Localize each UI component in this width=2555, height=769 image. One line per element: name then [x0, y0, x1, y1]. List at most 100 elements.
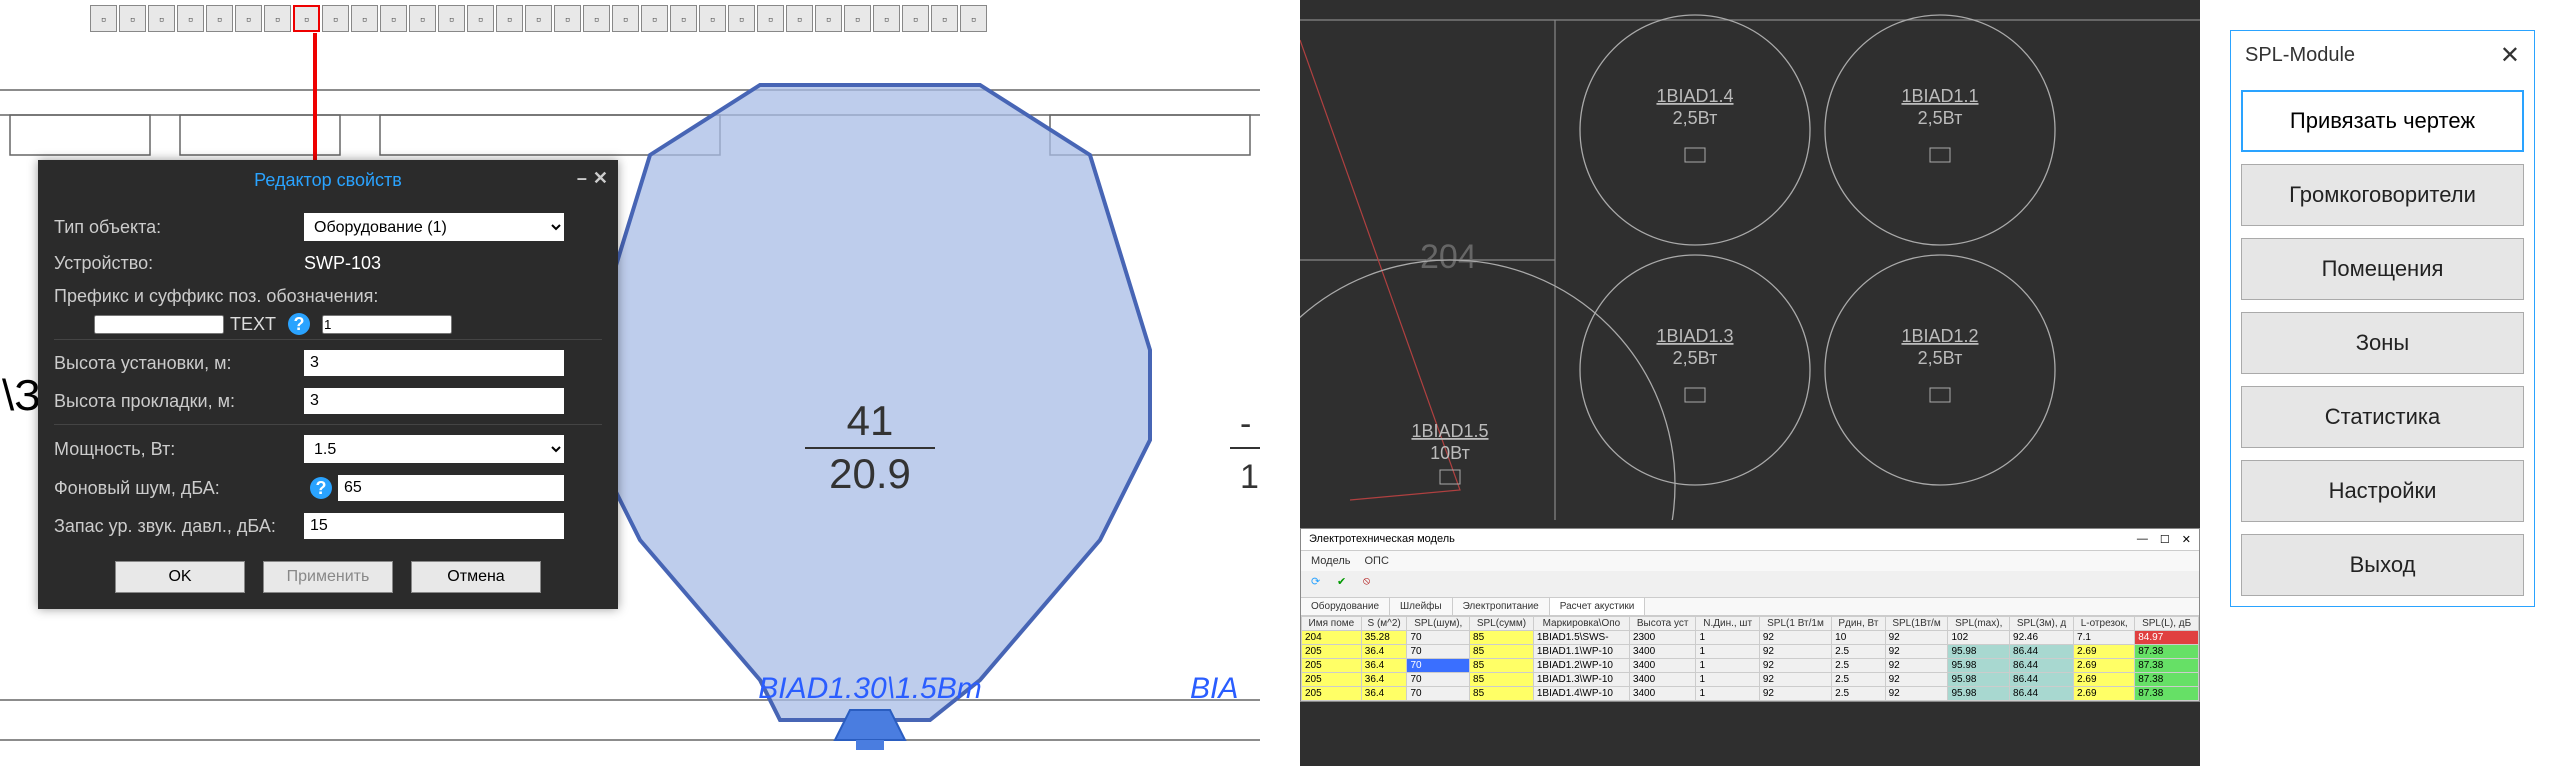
check-icon[interactable]: ✔: [1337, 575, 1355, 593]
speaker-1BIAD1.2[interactable]: 1BIAD1.22,5Вт: [1825, 255, 2055, 485]
table-cell[interactable]: 2.5: [1832, 645, 1885, 659]
table-cell[interactable]: 1BIAD1.4\WP-10: [1533, 687, 1629, 701]
clipboard-icon[interactable]: ▫: [786, 5, 813, 32]
help-icon[interactable]: ?: [310, 477, 332, 499]
gear-icon[interactable]: ▫: [119, 5, 146, 32]
spl-button-4[interactable]: Статистика: [2241, 386, 2524, 448]
table-cell[interactable]: 87.38: [2135, 645, 2199, 659]
col-header[interactable]: Имя поме: [1302, 617, 1362, 631]
dark-cad-view[interactable]: 204 1BIAD1.42,5Вт1BIAD1.12,5Вт1BIAD1.32,…: [1300, 0, 2200, 766]
link2-icon[interactable]: ▫: [322, 5, 349, 32]
page2-icon[interactable]: ▫: [670, 5, 697, 32]
cancel-button[interactable]: Отмена: [411, 561, 541, 593]
col-header[interactable]: SPL(1 Вт/1м: [1759, 617, 1831, 631]
refresh-icon[interactable]: ▫: [931, 5, 958, 32]
ok-button[interactable]: OK: [115, 561, 245, 593]
spl-button-0[interactable]: Привязать чертеж: [2241, 90, 2524, 152]
col-header[interactable]: Высота уст: [1629, 617, 1696, 631]
table-cell[interactable]: 102: [1948, 631, 2010, 645]
table-cell[interactable]: 85: [1470, 631, 1534, 645]
layers-icon[interactable]: ▫: [612, 5, 639, 32]
help-icon[interactable]: ▫: [960, 5, 987, 32]
table-cell[interactable]: 92: [1759, 687, 1831, 701]
table-cell[interactable]: 2.5: [1832, 659, 1885, 673]
speaker-1BIAD1.4[interactable]: 1BIAD1.42,5Вт: [1580, 15, 1810, 245]
wave-icon[interactable]: ▫: [351, 5, 378, 32]
table-cell[interactable]: 2.69: [2074, 659, 2135, 673]
table-cell[interactable]: 2300: [1629, 631, 1696, 645]
col-header[interactable]: N.Дин., шт: [1696, 617, 1759, 631]
minimize-icon[interactable]: —: [2137, 533, 2148, 546]
table-cell[interactable]: 92: [1759, 673, 1831, 687]
speaker-1BIAD1.3[interactable]: 1BIAD1.32,5Вт: [1580, 255, 1810, 485]
table-cell[interactable]: 2.69: [2074, 673, 2135, 687]
spl-button-1[interactable]: Громкоговорители: [2241, 164, 2524, 226]
table-cell[interactable]: 35.28: [1361, 631, 1407, 645]
margin-input[interactable]: [304, 513, 564, 539]
link-icon[interactable]: ▫: [293, 5, 320, 32]
tab-model[interactable]: Модель: [1311, 555, 1350, 567]
table-cell[interactable]: 85: [1470, 645, 1534, 659]
subtab-3[interactable]: Расчет акустики: [1550, 598, 1646, 615]
table-cell[interactable]: 10: [1832, 631, 1885, 645]
table-cell[interactable]: 70: [1407, 687, 1470, 701]
spl-button-5[interactable]: Настройки: [2241, 460, 2524, 522]
col-header[interactable]: Маркировка\Опо: [1533, 617, 1629, 631]
table-cell[interactable]: 86.44: [2010, 687, 2074, 701]
doc-icon[interactable]: ▫: [90, 5, 117, 32]
table-cell[interactable]: 204: [1302, 631, 1362, 645]
table-cell[interactable]: 205: [1302, 645, 1362, 659]
table-cell[interactable]: 70: [1407, 659, 1470, 673]
object-type-select[interactable]: Оборудование (1): [304, 213, 564, 241]
table-cell[interactable]: 92: [1885, 673, 1948, 687]
col-header[interactable]: SPL(1Вт/м: [1885, 617, 1948, 631]
suffix-input[interactable]: [322, 315, 452, 334]
table-cell[interactable]: 3400: [1629, 673, 1696, 687]
sound-icon[interactable]: ▫: [438, 5, 465, 32]
table-cell[interactable]: 7.1: [2074, 631, 2135, 645]
stack-icon[interactable]: ▫: [699, 5, 726, 32]
magnify-icon[interactable]: ▫: [873, 5, 900, 32]
table-cell[interactable]: 86.44: [2010, 659, 2074, 673]
table-cell[interactable]: 36.4: [1361, 659, 1407, 673]
table-cell[interactable]: 70: [1407, 631, 1470, 645]
table-cell[interactable]: 36.4: [1361, 645, 1407, 659]
grid-icon[interactable]: ▫: [525, 5, 552, 32]
refresh-icon[interactable]: ⟳: [1311, 575, 1329, 593]
install-height-input[interactable]: [304, 350, 564, 376]
noise-input[interactable]: [338, 475, 564, 501]
table-cell[interactable]: 1BIAD1.2\WP-10: [1533, 659, 1629, 673]
table-cell[interactable]: 85: [1470, 659, 1534, 673]
table-cell[interactable]: 95.98: [1948, 673, 2010, 687]
globe-icon[interactable]: ▫: [844, 5, 871, 32]
tab-ops[interactable]: ОПС: [1364, 555, 1388, 567]
speaker-1BIAD1.5[interactable]: 1BIAD1.510Вт: [1300, 260, 1675, 520]
apply-button[interactable]: Применить: [263, 561, 393, 593]
table-cell[interactable]: 70: [1407, 673, 1470, 687]
check-icon[interactable]: ▫: [757, 5, 784, 32]
table-cell[interactable]: 2.69: [2074, 687, 2135, 701]
table-cell[interactable]: 87.38: [2135, 687, 2199, 701]
col-header[interactable]: SPL(3м), д: [2010, 617, 2074, 631]
col-header[interactable]: Pдин, Вт: [1832, 617, 1885, 631]
table-cell[interactable]: 92: [1759, 631, 1831, 645]
table-cell[interactable]: 2.5: [1832, 687, 1885, 701]
table-cell[interactable]: 1: [1696, 687, 1759, 701]
table-cell[interactable]: 92: [1759, 659, 1831, 673]
spl-button-3[interactable]: Зоны: [2241, 312, 2524, 374]
table-cell[interactable]: 3400: [1629, 645, 1696, 659]
table-cell[interactable]: 70: [1407, 645, 1470, 659]
spl-button-6[interactable]: Выход: [2241, 534, 2524, 596]
sync-icon[interactable]: ▫: [902, 5, 929, 32]
table-cell[interactable]: 92: [1885, 687, 1948, 701]
table-cell[interactable]: 2.5: [1832, 673, 1885, 687]
maximize-icon[interactable]: ☐: [2160, 533, 2170, 546]
table-cell[interactable]: 84.97: [2135, 631, 2199, 645]
col-header[interactable]: S (м^2): [1361, 617, 1407, 631]
table-cell[interactable]: 3400: [1629, 687, 1696, 701]
power-select[interactable]: 1.5: [304, 435, 564, 463]
table-cell[interactable]: 3400: [1629, 659, 1696, 673]
remove-icon[interactable]: ▫: [206, 5, 233, 32]
col-header[interactable]: SPL(шум),: [1407, 617, 1470, 631]
graph-icon[interactable]: ▫: [467, 5, 494, 32]
